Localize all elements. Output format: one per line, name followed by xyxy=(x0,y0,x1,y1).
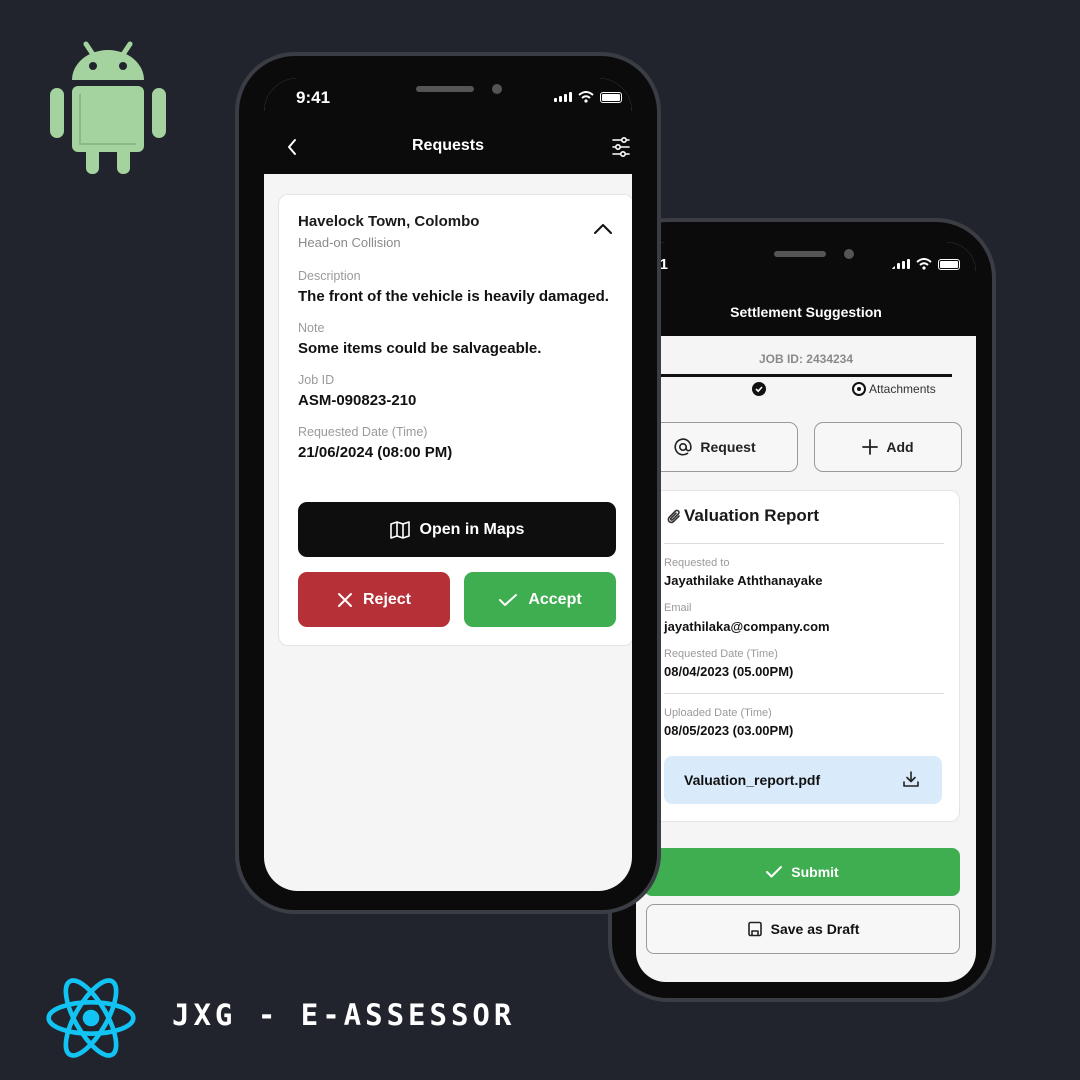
open-in-maps-label: Open in Maps xyxy=(419,520,525,538)
wifi-icon xyxy=(916,258,932,270)
add-button[interactable]: Add xyxy=(814,422,962,472)
notch xyxy=(706,242,902,272)
page-title: Settlement Suggestion xyxy=(730,304,882,320)
request-incident-type: Head-on Collision xyxy=(298,235,401,250)
status-icons xyxy=(892,258,960,270)
valuation-report-title: Valuation Report xyxy=(684,506,820,525)
settlement-phone-mockup: 9:41 Settlement Suggestion xyxy=(608,218,996,1002)
description-label: Description xyxy=(298,269,361,283)
job-id: JOB ID: 2434234 xyxy=(758,352,854,366)
app-bar: 9:41 Requests xyxy=(264,78,632,174)
chevron-up-icon[interactable] xyxy=(593,223,613,235)
settlement-screen: 9:41 Settlement Suggestion xyxy=(636,242,976,982)
wifi-icon xyxy=(578,91,594,103)
save-as-draft-button[interactable]: Save as Draft xyxy=(646,904,960,954)
check-icon xyxy=(499,593,518,606)
reject-button[interactable]: Reject xyxy=(298,572,450,627)
add-button-label: Add xyxy=(886,439,914,455)
step-current-dot-icon xyxy=(852,382,866,396)
plus-icon xyxy=(862,439,879,455)
save-as-draft-label: Save as Draft xyxy=(770,921,860,937)
submit-label: Submit xyxy=(791,864,839,880)
cellular-signal-icon xyxy=(554,92,572,102)
react-logo-icon xyxy=(46,978,136,1058)
at-sign-icon xyxy=(674,438,692,456)
request-location: Havelock Town, Colombo xyxy=(298,213,480,230)
close-icon xyxy=(337,592,352,607)
requested-date-label: Requested Date (Time) xyxy=(298,425,428,439)
email-value: jayathilaka@company.com xyxy=(664,619,830,634)
paperclip-icon xyxy=(667,509,680,524)
filter-sliders-icon[interactable] xyxy=(611,136,631,158)
save-draft-icon xyxy=(747,921,762,937)
description-value: The front of the vehicle is heavily dama… xyxy=(298,288,609,305)
requests-screen: 9:41 Requests Havelock Town, Colombo Hea… xyxy=(264,78,632,891)
requested-date-label: Requested Date (Time) xyxy=(664,648,778,660)
uploaded-date-value: 08/05/2023 (03.00PM) xyxy=(664,723,794,738)
note-label: Note xyxy=(298,321,325,335)
map-icon xyxy=(389,520,410,539)
download-icon[interactable] xyxy=(902,770,920,788)
check-icon xyxy=(766,866,783,878)
job-id-value: ASM-090823-210 xyxy=(298,392,417,409)
reject-label: Reject xyxy=(362,590,412,608)
attachment-file[interactable]: Valuation_report.pdf xyxy=(664,756,942,804)
page-title: Requests xyxy=(411,137,485,154)
email-label: Email xyxy=(664,602,692,614)
battery-icon xyxy=(600,91,622,103)
request-card: Havelock Town, Colombo Head-on Collision… xyxy=(278,194,632,646)
battery-icon xyxy=(938,258,960,270)
status-time: 9:41 xyxy=(296,88,331,107)
status-icons xyxy=(554,91,622,103)
open-in-maps-button[interactable]: Open in Maps xyxy=(298,502,616,557)
requested-date-value: 21/06/2024 (08:00 PM) xyxy=(298,444,453,461)
job-id-label: Job ID xyxy=(298,373,335,387)
brand-name: JXG - E-ASSESSOR xyxy=(172,998,516,1032)
step-progress-line xyxy=(636,374,952,377)
accept-label: Accept xyxy=(528,590,582,608)
request-button-label: Request xyxy=(700,439,756,455)
step-label-attachments: Attachments xyxy=(869,382,936,396)
android-logo-icon xyxy=(50,41,166,174)
attachment-file-name: Valuation_report.pdf xyxy=(684,772,821,788)
requested-to-value: Jayathilake Aththanayake xyxy=(664,573,823,588)
divider xyxy=(664,693,944,694)
accept-button[interactable]: Accept xyxy=(464,572,616,627)
requests-phone-mockup: 9:41 Requests Havelock Town, Colombo Hea… xyxy=(235,52,661,914)
submit-button[interactable]: Submit xyxy=(644,848,960,896)
step-complete-check-icon xyxy=(752,382,766,396)
app-bar: 9:41 Settlement Suggestion xyxy=(636,242,976,336)
requested-date-value: 08/04/2023 (05.00PM) xyxy=(664,664,794,679)
requested-to-label: Requested to xyxy=(664,557,730,569)
notch xyxy=(342,78,554,110)
uploaded-date-label: Uploaded Date (Time) xyxy=(664,707,772,719)
divider xyxy=(664,543,944,544)
note-value: Some items could be salvageable. xyxy=(298,340,542,357)
